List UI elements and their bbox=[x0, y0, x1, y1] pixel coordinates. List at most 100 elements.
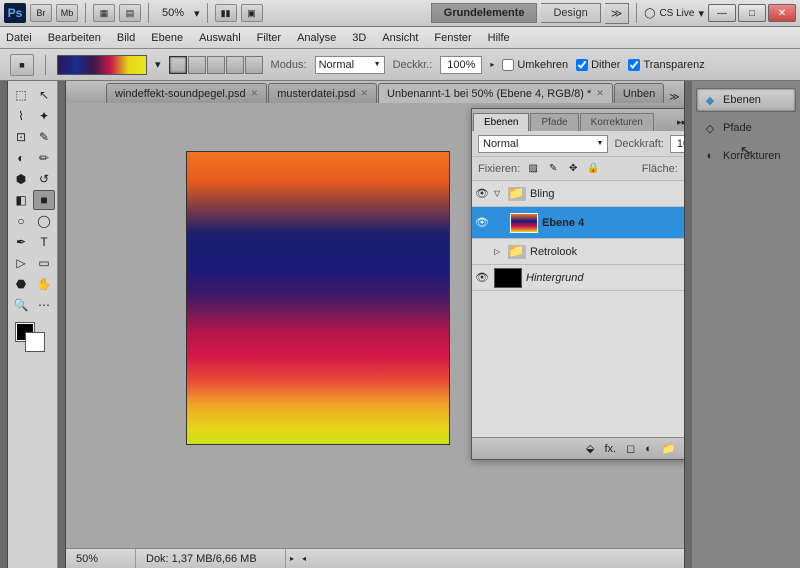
layer-name[interactable]: Hintergrund bbox=[526, 272, 583, 284]
layer-mask-icon[interactable]: ◻ bbox=[626, 442, 635, 455]
hand-tool[interactable]: ✋ bbox=[33, 274, 55, 294]
panel-collapse[interactable]: ▸▸ bbox=[672, 114, 684, 131]
brush-tool[interactable]: ✏ bbox=[33, 148, 55, 168]
stamp-tool[interactable]: ⬢ bbox=[10, 169, 32, 189]
layer-style-icon[interactable]: fx. bbox=[605, 443, 617, 455]
menu-3d[interactable]: 3D bbox=[352, 32, 366, 44]
close-icon[interactable]: ✕ bbox=[596, 88, 604, 99]
blur-tool[interactable]: ○ bbox=[10, 211, 32, 231]
menu-ebene[interactable]: Ebene bbox=[151, 32, 183, 44]
eyedropper-tool[interactable]: ✎ bbox=[33, 127, 55, 147]
status-doc-size[interactable]: Dok: 1,37 MB/6,66 MB bbox=[136, 549, 286, 568]
visibility-icon[interactable]: 👁 bbox=[474, 216, 490, 229]
menu-auswahl[interactable]: Auswahl bbox=[199, 32, 241, 44]
layer-row[interactable]: 👁 ▽ Bling bbox=[472, 181, 684, 207]
marquee-tool[interactable]: ⬚ bbox=[10, 85, 32, 105]
gradient-diamond[interactable] bbox=[245, 56, 263, 74]
menu-ansicht[interactable]: Ansicht bbox=[382, 32, 418, 44]
close-icon[interactable]: ✕ bbox=[251, 88, 259, 99]
visibility-icon[interactable]: 👁 bbox=[474, 187, 490, 200]
document-tab[interactable]: Unbenannt-1 bei 50% (Ebene 4, RGB/8) *✕ bbox=[378, 83, 613, 103]
layer-name[interactable]: Retrolook bbox=[530, 246, 577, 258]
zoom-tool[interactable]: 🔍 bbox=[10, 295, 32, 315]
maximize-button[interactable]: □ bbox=[738, 4, 766, 22]
lock-all-icon[interactable]: 🔒 bbox=[586, 162, 600, 176]
color-swatches[interactable] bbox=[10, 321, 55, 355]
view-guides-button[interactable]: ▤ bbox=[119, 4, 141, 22]
menu-filter[interactable]: Filter bbox=[257, 32, 281, 44]
layer-row[interactable]: 👁 Ebene 4 bbox=[472, 207, 684, 239]
workspace-grundelemente[interactable]: Grundelemente bbox=[431, 3, 538, 23]
tabs-overflow[interactable]: ≫ bbox=[669, 92, 679, 103]
background-color[interactable] bbox=[26, 333, 44, 351]
close-icon[interactable]: ✕ bbox=[360, 88, 368, 99]
link-layers-icon[interactable]: ⬙ bbox=[586, 442, 594, 455]
document-tab[interactable]: musterdatei.psd✕ bbox=[268, 83, 377, 103]
document-tab[interactable]: windeffekt-soundpegel.psd✕ bbox=[106, 83, 267, 103]
dither-checkbox[interactable]: Dither bbox=[576, 59, 620, 71]
menu-hilfe[interactable]: Hilfe bbox=[488, 32, 510, 44]
layer-row[interactable]: 👁 Hintergrund 🔒 bbox=[472, 265, 684, 291]
layer-name[interactable]: Ebene 4 bbox=[542, 217, 584, 229]
workspace-more[interactable]: ≫ bbox=[605, 3, 630, 24]
opacity-input[interactable]: 100% bbox=[440, 56, 482, 74]
layer-name[interactable]: Bling bbox=[530, 188, 554, 200]
menu-analyse[interactable]: Analyse bbox=[297, 32, 336, 44]
more-tool[interactable]: ⋯ bbox=[33, 295, 55, 315]
pen-tool[interactable]: ✒ bbox=[10, 232, 32, 252]
gradient-preview[interactable] bbox=[57, 55, 147, 75]
path-select-tool[interactable]: ▷ bbox=[10, 253, 32, 273]
menu-datei[interactable]: Datei bbox=[6, 32, 32, 44]
gradient-tool-icon[interactable]: ■ bbox=[10, 54, 34, 76]
transparency-checkbox[interactable]: Transparenz bbox=[628, 59, 704, 71]
status-flyout[interactable]: ▸ bbox=[286, 554, 298, 563]
lasso-tool[interactable]: ⌇ bbox=[10, 106, 32, 126]
gradient-radial[interactable] bbox=[188, 56, 206, 74]
layer-blend-select[interactable]: Normal bbox=[478, 135, 608, 153]
document-tab[interactable]: Unben bbox=[614, 83, 664, 103]
layer-thumbnail[interactable] bbox=[510, 213, 538, 233]
lock-position-icon[interactable]: ✥ bbox=[566, 162, 580, 176]
gradient-tool[interactable]: ■ bbox=[33, 190, 55, 210]
gradient-reflected[interactable] bbox=[226, 56, 244, 74]
status-zoom[interactable]: 50% bbox=[66, 549, 136, 568]
layer-thumbnail[interactable] bbox=[494, 268, 522, 288]
cslive-button[interactable]: CS Live bbox=[659, 8, 694, 19]
dock-ebenen-button[interactable]: ◆ Ebenen bbox=[696, 88, 796, 112]
minibridge-button[interactable]: Mb bbox=[56, 4, 78, 22]
new-group-icon[interactable]: 📁 bbox=[662, 442, 676, 455]
layer-row[interactable]: ▷ Retrolook bbox=[472, 239, 684, 265]
3d-tool[interactable]: ⬣ bbox=[10, 274, 32, 294]
dock-pfade-button[interactable]: ◇ Pfade bbox=[696, 116, 796, 140]
adjustment-layer-icon[interactable]: ◐ bbox=[645, 443, 652, 455]
left-dock-strip[interactable] bbox=[0, 81, 8, 568]
menu-fenster[interactable]: Fenster bbox=[434, 32, 471, 44]
gradient-linear[interactable] bbox=[169, 56, 187, 74]
arrange-button[interactable]: ▮▮ bbox=[215, 4, 237, 22]
right-dock-strip[interactable] bbox=[684, 81, 692, 568]
reverse-checkbox[interactable]: Umkehren bbox=[502, 59, 568, 71]
shape-tool[interactable]: ▭ bbox=[33, 253, 55, 273]
canvas[interactable] bbox=[186, 151, 450, 445]
view-extras-button[interactable]: ▦ bbox=[93, 4, 115, 22]
dock-korrekturen-button[interactable]: ◐ Korrekturen bbox=[696, 144, 796, 168]
expand-icon[interactable]: ▷ bbox=[494, 247, 504, 256]
dodge-tool[interactable]: ◯ bbox=[33, 211, 55, 231]
lock-transparency-icon[interactable]: ▨ bbox=[526, 162, 540, 176]
menu-bearbeiten[interactable]: Bearbeiten bbox=[48, 32, 101, 44]
panel-tab-korrekturen[interactable]: Korrekturen bbox=[580, 113, 654, 131]
visibility-icon[interactable]: 👁 bbox=[474, 271, 490, 284]
panel-tab-ebenen[interactable]: Ebenen bbox=[473, 113, 529, 131]
gradient-angle[interactable] bbox=[207, 56, 225, 74]
blend-mode-select[interactable]: Normal bbox=[315, 56, 385, 74]
healing-tool[interactable]: ◐ bbox=[10, 148, 32, 168]
expand-icon[interactable]: ▽ bbox=[494, 189, 504, 198]
history-brush-tool[interactable]: ↺ bbox=[33, 169, 55, 189]
magic-wand-tool[interactable]: ✦ bbox=[33, 106, 55, 126]
panel-tab-pfade[interactable]: Pfade bbox=[530, 113, 578, 131]
menu-bild[interactable]: Bild bbox=[117, 32, 135, 44]
close-button[interactable]: ✕ bbox=[768, 4, 796, 22]
left-dock-strip-2[interactable] bbox=[58, 81, 66, 568]
crop-tool[interactable]: ⊡ bbox=[10, 127, 32, 147]
layer-opacity-input[interactable]: 100% bbox=[670, 135, 684, 153]
